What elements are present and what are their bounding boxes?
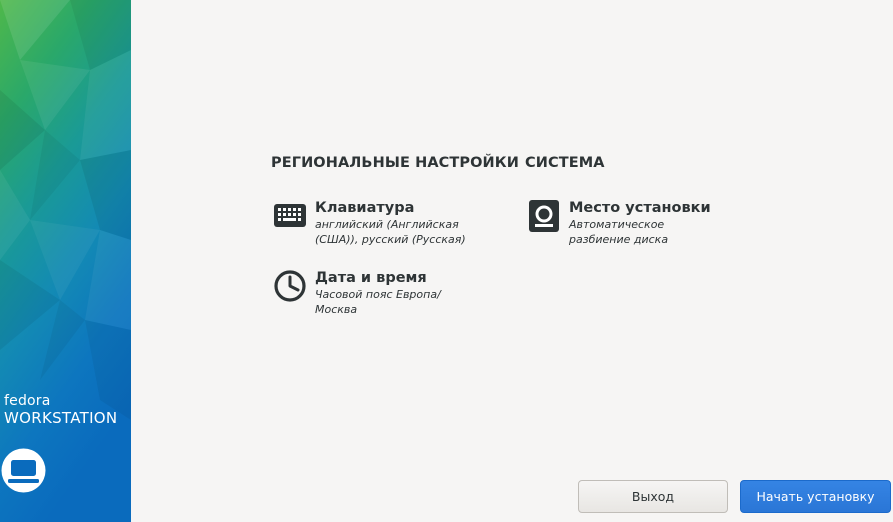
begin-installation-button[interactable]: Начать установку bbox=[740, 480, 891, 513]
laptop-icon bbox=[1, 448, 46, 493]
spoke-datetime[interactable]: Дата и время Часовой пояс Европа/Москва bbox=[273, 269, 473, 317]
sidebar-background bbox=[0, 0, 131, 522]
spoke-keyboard-title: Клавиатура bbox=[315, 200, 415, 216]
clock-icon bbox=[274, 270, 306, 302]
brand-fedora-text: fedora bbox=[4, 393, 51, 409]
keyboard-icon bbox=[274, 204, 306, 227]
spoke-datetime-title: Дата и время bbox=[315, 270, 427, 286]
section-title-localization: РЕГИОНАЛЬНЫЕ НАСТРОЙКИ bbox=[271, 155, 519, 171]
section-title-system: СИСТЕМА bbox=[525, 155, 605, 171]
spoke-destination-status: Автоматическое разбиение диска bbox=[569, 218, 669, 246]
disk-icon bbox=[529, 200, 559, 232]
spoke-datetime-status: Часовой пояс Европа/Москва bbox=[315, 288, 441, 316]
installation-summary: РЕГИОНАЛЬНЫЕ НАСТРОЙКИ СИСТЕМА Клавиатур… bbox=[131, 0, 893, 522]
spoke-installation-destination[interactable]: Место установки Автоматическое разбиение… bbox=[527, 199, 727, 247]
quit-button[interactable]: Выход bbox=[578, 480, 728, 513]
sidebar: fedora WORKSTATION bbox=[0, 0, 131, 522]
fedora-logo: fedora WORKSTATION bbox=[4, 393, 117, 427]
spoke-keyboard[interactable]: Клавиатура английский (Английская (США))… bbox=[273, 199, 473, 247]
spoke-keyboard-status: английский (Английская (США)), русский (… bbox=[315, 218, 466, 246]
spoke-destination-title: Место установки bbox=[569, 200, 711, 216]
brand-workstation-text: WORKSTATION bbox=[4, 409, 118, 427]
